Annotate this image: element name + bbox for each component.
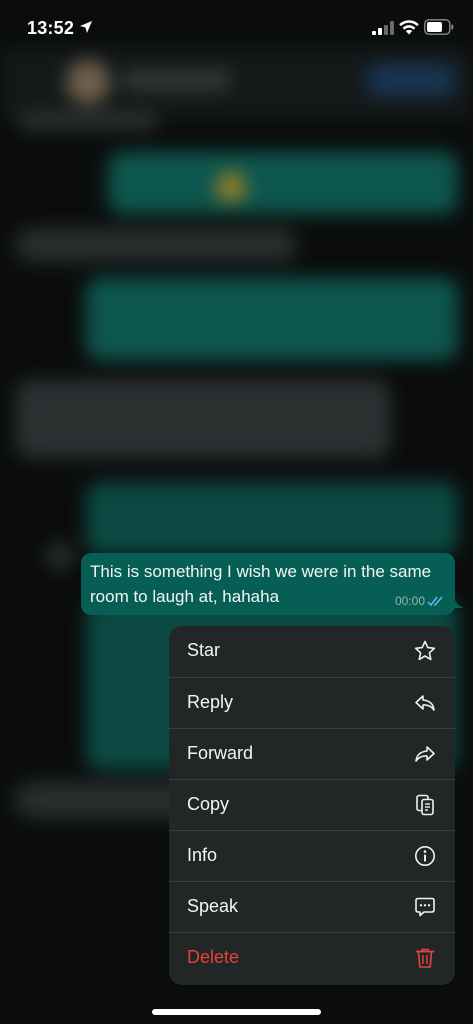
bubble-tail	[449, 594, 464, 608]
message-context-menu: Star Reply Forward Copy Info Speak Delet…	[169, 626, 455, 985]
menu-item-label: Speak	[187, 896, 239, 916]
menu-item-forward[interactable]: Forward	[169, 728, 455, 779]
blurred-incoming-message	[16, 228, 296, 262]
blurred-outgoing-message	[86, 278, 458, 360]
blurred-emoji	[216, 172, 246, 202]
menu-item-star[interactable]: Star	[169, 626, 455, 677]
menu-item-label: Copy	[187, 794, 230, 814]
blurred-contact-name	[122, 70, 232, 90]
message-bubble[interactable]: This is something I wish we were in the …	[81, 553, 455, 615]
location-arrow-icon	[80, 21, 92, 33]
blurred-incoming-message	[16, 380, 390, 458]
menu-item-label: Star	[187, 640, 221, 660]
blurred-call-buttons	[366, 64, 456, 96]
battery-icon	[424, 19, 454, 35]
blurred-outgoing-message	[86, 482, 458, 554]
menu-item-label: Info	[187, 845, 218, 865]
wifi-icon	[399, 20, 419, 35]
forward-icon	[415, 746, 435, 762]
message-text: This is something I wish we were in the …	[90, 562, 432, 606]
menu-item-info[interactable]: Info	[169, 830, 455, 881]
blurred-text-line	[18, 112, 158, 130]
trash-icon	[415, 948, 435, 968]
copy-icon	[416, 794, 434, 816]
read-receipt-icon	[427, 596, 443, 607]
menu-item-reply[interactable]: Reply	[169, 677, 455, 728]
speech-bubble-icon	[415, 897, 435, 917]
menu-item-label: Reply	[187, 692, 234, 712]
blurred-outgoing-message	[108, 152, 458, 214]
menu-item-copy[interactable]: Copy	[169, 779, 455, 830]
menu-item-label: Delete	[187, 947, 240, 967]
blurred-avatar	[66, 60, 110, 104]
home-indicator[interactable]	[152, 1009, 321, 1015]
star-icon	[414, 640, 436, 661]
info-icon	[415, 846, 435, 866]
status-bar: 13:52	[0, 0, 473, 58]
status-time: 13:52	[27, 18, 75, 38]
menu-item-speak[interactable]: Speak	[169, 881, 455, 932]
cellular-signal-icon	[372, 21, 394, 35]
message-time: 00:00	[394, 594, 425, 608]
menu-item-delete[interactable]: Delete	[169, 932, 455, 983]
menu-item-label: Forward	[187, 743, 254, 763]
blurred-reaction	[46, 542, 74, 570]
reply-icon	[415, 695, 435, 711]
